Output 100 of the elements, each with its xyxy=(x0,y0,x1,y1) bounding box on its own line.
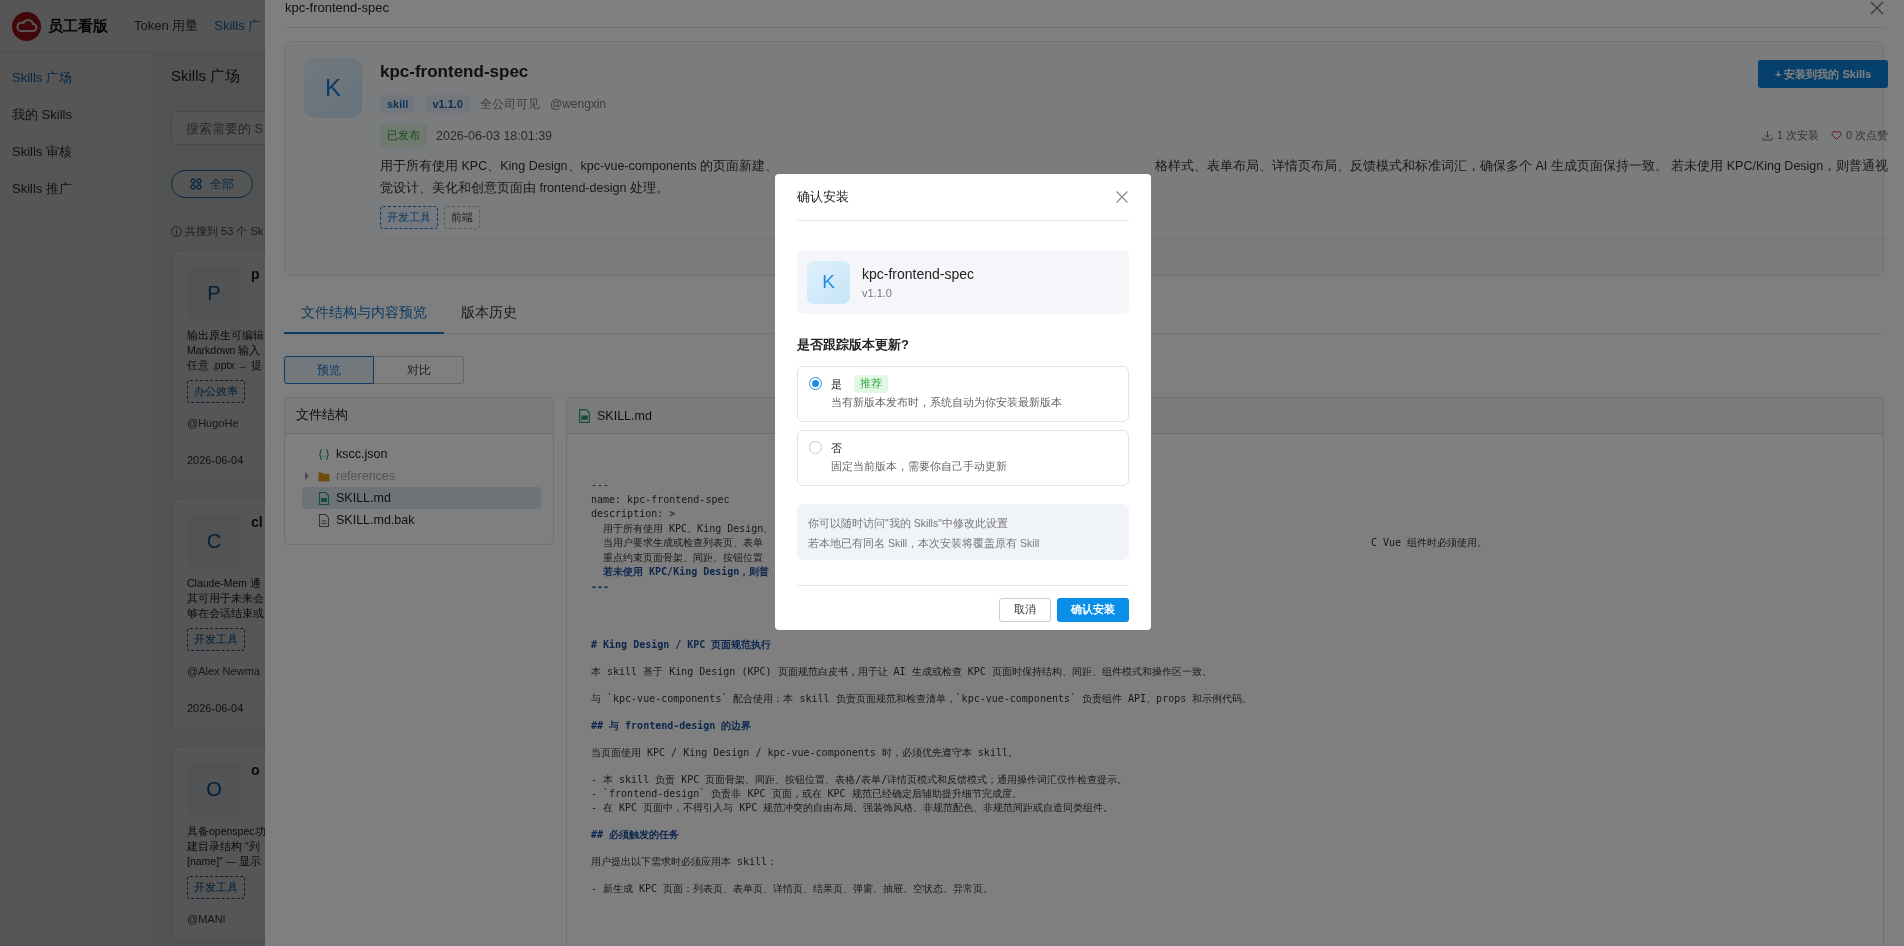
json-file-icon xyxy=(318,447,330,461)
skill-title: cl xyxy=(251,514,263,532)
dialog-title: 确认安装 xyxy=(797,188,849,206)
sidebar-item[interactable]: Skills 审核 xyxy=(0,143,152,161)
install-count: 1 次安装 xyxy=(1776,128,1820,143)
skill-name: kpc-frontend-spec xyxy=(380,62,530,82)
code-line: 用于所有使用 KPC、King Design、 xyxy=(602,521,774,536)
category-tag: 开发工具 xyxy=(380,206,438,229)
visibility-text: 全公司可见 xyxy=(480,95,540,113)
radio-button[interactable] xyxy=(809,377,822,390)
note-text: 若本地已有同名 Skill，本次安装将覆盖原有 Skill xyxy=(808,536,1041,551)
page-title: Skills 广场 xyxy=(171,67,241,86)
skill-summary-line: [name]" — 显示 xyxy=(187,854,262,869)
code-line: --- xyxy=(591,579,610,594)
code-heading: ## 与 frontend-design 的边界 xyxy=(591,719,753,733)
skill-summary-line: Markdown 输入 xyxy=(187,343,261,358)
radio-button[interactable] xyxy=(809,441,822,454)
download-icon xyxy=(1761,130,1773,141)
filter-chip[interactable]: 全部 xyxy=(171,170,253,198)
code-line: 当用户要求生成或检查列表页、表单 xyxy=(602,536,764,550)
note-text: 你可以随时访问"我的 Skills"中修改此设置 xyxy=(808,516,1009,531)
version-tag: v1.1.0 xyxy=(425,95,470,113)
skill-avatar: P xyxy=(187,266,241,320)
owner-name: @wengxin xyxy=(550,97,607,111)
sidebar-item[interactable]: Skills 推广 xyxy=(0,180,152,198)
description-text: 用于所有使用 KPC、King Design、kpc-vue-components 的页面新建、 xyxy=(380,158,775,175)
skill-avatar: K xyxy=(807,260,850,304)
confirm-button[interactable]: 确认安装 xyxy=(1057,598,1129,622)
code-line: - 在 KPC 页面中，不得引入与 KPC 规范冲突的自由布局、强装饰风格、非规范配色、非规范间距或自造同类组件。 xyxy=(591,801,1115,815)
file-name: SKILL.md xyxy=(597,408,652,423)
skill-summary-line: 够在会话结束或 xyxy=(187,606,264,621)
view-toggle-button[interactable]: 对比 xyxy=(374,356,464,384)
markdown-file-icon xyxy=(318,491,330,505)
option-label: 否 xyxy=(831,440,842,456)
skill-summary-line: 其可用于未来会 xyxy=(187,591,264,606)
author-name: @HugoHe xyxy=(187,417,239,429)
category-tag: 开发工具 xyxy=(187,628,245,651)
caret-icon[interactable] xyxy=(304,472,310,480)
grid-icon xyxy=(190,178,202,190)
panel-title: 文件结构 xyxy=(296,407,348,424)
description-text: 觉设计、美化和创意页面由 frontend-design 处理。 xyxy=(380,180,670,197)
code-line: 用户提出以下需求时必须应用本 skill： xyxy=(591,855,779,869)
author-name: @Alex Newma xyxy=(187,665,260,677)
skill-avatar: C xyxy=(187,514,241,568)
code-line: 与 `kpc-vue-components` 配合使用：本 skill 负责页面规范和检查清单，`kpc-vue-components` 负责组件 API、props 和示例代码。 xyxy=(591,692,1254,706)
skill-avatar: O xyxy=(187,762,241,816)
file-icon xyxy=(318,513,330,527)
question-text: 是否跟踪版本更新? xyxy=(797,336,910,354)
author-name: @MANI xyxy=(187,913,226,925)
file-tree-item[interactable]: SKILL.md.bak xyxy=(302,509,541,531)
code-line: C Vue 组件时必须使用。 xyxy=(1371,536,1488,550)
recommended-badge: 推荐 xyxy=(854,375,888,393)
install-button[interactable]: + 安装到我的 Skills xyxy=(1758,60,1889,88)
code-line: 若未使用 KPC/King Design，则普 xyxy=(602,565,770,579)
radio-option[interactable]: 否 固定当前版本，需要你自己手动更新 xyxy=(797,430,1129,486)
like-count: 0 次点赞 xyxy=(1846,128,1889,143)
skill-title: p xyxy=(251,266,260,284)
top-nav-link[interactable]: Token 用量 xyxy=(134,17,199,35)
code-line: - 本 skill 负责 KPC 页面骨架、间距、按钮位置、表格/表单/详情页模式和反馈模式；通用操作词汇仅作检查提示。 xyxy=(591,773,1129,787)
tab[interactable]: 版本历史 xyxy=(444,304,534,334)
category-tag: 前端 xyxy=(444,206,480,229)
markdown-file-icon xyxy=(578,408,591,423)
skill-name: kpc-frontend-spec xyxy=(862,265,975,282)
tab[interactable]: 文件结构与内容预览 xyxy=(284,304,444,334)
date-text: 2026-06-04 xyxy=(187,454,244,466)
file-tree-item[interactable]: SKILL.md xyxy=(302,487,541,509)
close-button[interactable] xyxy=(1115,190,1129,204)
code-line: 当页面使用 KPC / King Design / kpc-vue-components 时，必须优先遵守本 skill。 xyxy=(591,746,1019,760)
sidebar-item[interactable]: 我的 Skills xyxy=(0,106,152,124)
skill-summary-line: 具备openspec功 xyxy=(187,824,266,839)
type-tag: skill xyxy=(380,95,416,113)
option-description: 当有新版本发布时，系统自动为你安装最新版本 xyxy=(831,396,1062,410)
drawer-title: kpc-frontend-spec xyxy=(285,0,390,15)
version-text: v1.1.0 xyxy=(862,286,893,299)
heart-icon[interactable] xyxy=(1831,130,1843,141)
code-line: name: kpc-frontend-spec xyxy=(591,492,730,507)
skill-summary-line: 输出原生可编辑 xyxy=(187,328,264,343)
sidebar-item[interactable]: Skills 广场 xyxy=(0,69,152,87)
skill-summary-line: Claude-Mem 通 xyxy=(187,576,262,591)
code-heading: ## 必须触发的任务 xyxy=(591,828,681,842)
skill-avatar: K xyxy=(304,58,362,118)
file-tree-item[interactable]: kscc.json xyxy=(302,443,541,465)
code-line: --- xyxy=(591,478,610,492)
cancel-button[interactable]: 取消 xyxy=(999,598,1051,622)
top-nav-link[interactable]: Skills 广 xyxy=(214,17,262,35)
option-label: 是 xyxy=(831,376,842,392)
code-line: - 新生成 KPC 页面：列表页、表单页、详情页、结果页、弹窗、抽屉、空状态、异常页。 xyxy=(591,882,995,896)
radio-option[interactable]: 是 推荐 当有新版本发布时，系统自动为你安装最新版本 xyxy=(797,366,1129,422)
cloud-logo-icon xyxy=(12,11,41,41)
view-toggle-button[interactable]: 预览 xyxy=(284,356,374,384)
option-description: 固定当前版本，需要你自己手动更新 xyxy=(831,460,1007,474)
code-heading: # King Design / KPC 页面规范执行 xyxy=(591,638,773,652)
date-text: 2026-06-04 xyxy=(187,702,244,714)
code-line: 重点约束页面骨架、间距、按钮位置 xyxy=(602,550,764,565)
category-tag: 开发工具 xyxy=(187,876,245,899)
status-badge: 已发布 xyxy=(380,124,427,147)
close-button[interactable] xyxy=(1870,0,1884,15)
code-line: - `frontend-design` 负责非 KPC 页面，或在 KPC 规范已经确定后辅助提升细节完成度。 xyxy=(591,787,1023,801)
brand-name: 员工看版 xyxy=(48,16,108,36)
code-line: description: > xyxy=(591,507,676,521)
